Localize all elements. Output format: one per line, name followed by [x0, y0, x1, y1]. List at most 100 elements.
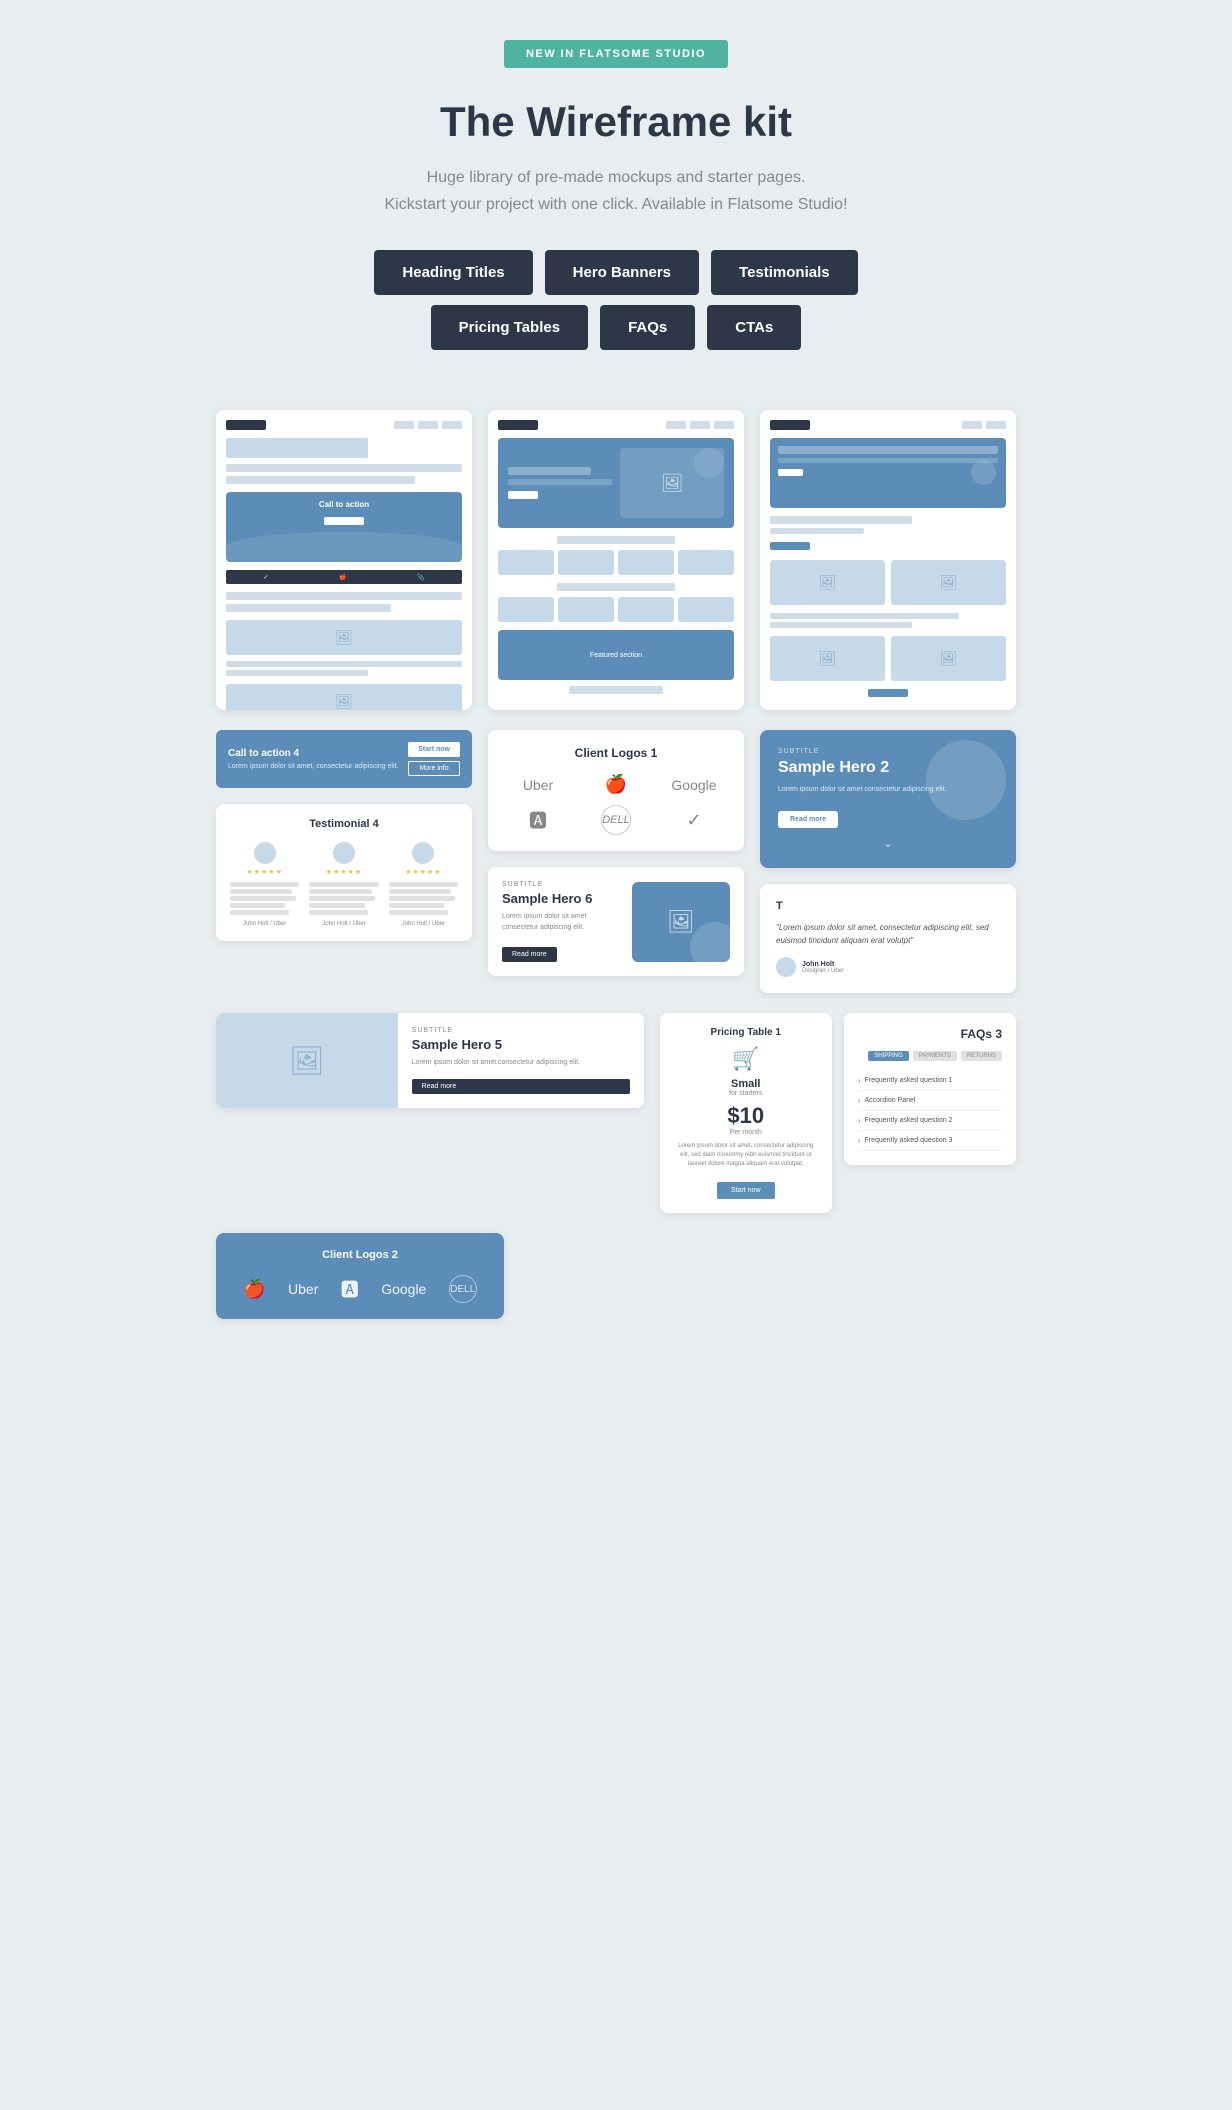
testimonials-button[interactable]: Testimonials	[711, 250, 858, 295]
cta4-card: Call to action 4 Lorem ipsum dolor sit a…	[216, 730, 472, 788]
logos2-uber: Uber	[288, 1281, 318, 1297]
hero5-image: 🖼	[216, 1013, 398, 1108]
hero6-subtitle: SUBTITLE	[502, 881, 620, 888]
pricing1-desc: Lorem ipsum dolor sit amet, consectetur …	[674, 1142, 818, 1169]
test-author-1: John Holt / Uber	[243, 921, 286, 927]
ctas-button[interactable]: CTAs	[707, 305, 801, 350]
avatar-3	[412, 842, 434, 864]
hero6-title: Sample Hero 6	[502, 891, 620, 906]
faq-text-2: Accordion Panel	[865, 1097, 916, 1104]
hero5-title: Sample Hero 5	[412, 1037, 630, 1052]
main-title: The Wireframe kit	[226, 98, 1006, 146]
logos2-apple: 🍎	[243, 1279, 265, 1300]
faqs-tab-payments[interactable]: PAYMENTS	[913, 1051, 957, 1061]
hero2-blob	[926, 740, 1006, 820]
faq-item-1: › Frequently asked question 1	[858, 1071, 1002, 1091]
top-preview-row: Call to action ✓ 🍎 📎 🖼 🖼	[216, 410, 1016, 710]
faq-text-1: Frequently asked question 1	[865, 1077, 953, 1084]
pricing1-cta[interactable]: Start now	[717, 1182, 775, 1199]
faq-text-3: Frequently asked question 2	[865, 1117, 953, 1124]
pricing1-plan: Small	[674, 1078, 818, 1090]
pricing-icon: 🛒	[674, 1046, 818, 1072]
logo-dell: DELL	[601, 805, 631, 835]
testimonial-item-2: ★★★★★ John Holt / Uber	[309, 842, 378, 927]
button-row-1: Heading Titles Hero Banners Testimonials	[226, 250, 1006, 295]
row-hero5-pricing: 🖼 SUBTITLE Sample Hero 5 Lorem ipsum dol…	[216, 1013, 1016, 1213]
cta4-btn2[interactable]: More info	[408, 761, 460, 776]
cta4-title: Call to action 4	[228, 748, 398, 759]
pricing1-price: $10	[674, 1103, 818, 1129]
logo-uber: Uber	[523, 777, 553, 793]
hero2-btn[interactable]: Read more	[778, 811, 838, 828]
logo-nike: ✓	[686, 810, 701, 831]
chevron-icon-3: ›	[858, 1116, 861, 1125]
faqs3-tabs: SHIPPING PAYMENTS RETURNS	[858, 1051, 1002, 1061]
testimonial4-card: Testimonial 4 ★★★★★ John Holt / Uber	[216, 804, 472, 941]
heading-titles-button[interactable]: Heading Titles	[374, 250, 532, 295]
client-logos1-card: Client Logos 1 Uber 🍎 Google 🅰 DELL ✓	[488, 730, 744, 851]
avatar-1	[254, 842, 276, 864]
logos1-title: Client Logos 1	[504, 746, 728, 760]
header-section: NEW IN FLATSOME STUDIO The Wireframe kit…	[206, 0, 1026, 390]
logos2-adobe: 🅰	[341, 1276, 359, 1302]
faqs-button[interactable]: FAQs	[600, 305, 695, 350]
logos2-title: Client Logos 2	[232, 1249, 488, 1261]
row-cta-testimonial: Call to action 4 Lorem ipsum dolor sit a…	[216, 730, 1016, 993]
cards-section: Call to action ✓ 🍎 📎 🖼 🖼	[206, 390, 1026, 1359]
pricing-tables-button[interactable]: Pricing Tables	[431, 305, 588, 350]
test-author-3: John Holt / Uber	[402, 921, 445, 927]
pricing1-label: Pricing Table 1	[674, 1027, 818, 1038]
cta4-desc: Lorem ipsum dolor sit amet, consectetur …	[228, 763, 398, 770]
logo-adobe: 🅰	[529, 807, 547, 833]
test-author-2: John Holt / Uber	[322, 921, 365, 927]
logos2-google: Google	[381, 1281, 426, 1297]
bottom-row: Client Logos 2 🍎 Uber 🅰 Google DELL	[216, 1233, 1016, 1319]
chevron-icon-4: ›	[858, 1136, 861, 1145]
hero5-card: 🖼 SUBTITLE Sample Hero 5 Lorem ipsum dol…	[216, 1013, 644, 1108]
hero5-subtitle: SUBTITLE	[412, 1027, 630, 1034]
subtitle: Huge library of pre-made mockups and sta…	[226, 164, 1006, 218]
hero5-desc: Lorem ipsum dolor sit amet consectetur a…	[412, 1058, 630, 1069]
client-logos2-card: Client Logos 2 🍎 Uber 🅰 Google DELL	[216, 1233, 504, 1319]
faqs-tab-shipping[interactable]: SHIPPING	[868, 1051, 909, 1061]
hero6-desc: Lorem ipsum dolor sit amet consectetur a…	[502, 912, 620, 933]
hero2-card: SUBTITLE Sample Hero 2 Lorem ipsum dolor…	[760, 730, 1016, 868]
logos2-dell: DELL	[449, 1275, 477, 1303]
hero6-card: SUBTITLE Sample Hero 6 Lorem ipsum dolor…	[488, 867, 744, 976]
pricing1-for: for starters	[674, 1090, 818, 1097]
hero6-btn[interactable]: Read more	[502, 947, 557, 962]
chevron-icon-1: ›	[858, 1076, 861, 1085]
pricing1-period: Per month	[674, 1129, 818, 1136]
hero6-image: 🖼	[632, 882, 730, 962]
testimonial-item-1: ★★★★★ John Holt / Uber	[230, 842, 299, 927]
badge: NEW IN FLATSOME STUDIO	[504, 40, 728, 68]
chevron-icon-2: ›	[858, 1096, 861, 1105]
cta4-btn1[interactable]: Start now	[408, 742, 460, 757]
faq-item-2: › Accordion Panel	[858, 1091, 1002, 1111]
tq-quote: "Lorem ipsum dolor sit amet, consectetur…	[776, 922, 1000, 948]
faqs3-title: FAQs 3	[858, 1027, 1002, 1041]
logo-apple: 🍎	[605, 774, 627, 795]
hero-banners-button[interactable]: Hero Banners	[545, 250, 699, 295]
testimonial-quote-card: T "Lorem ipsum dolor sit amet, consectet…	[760, 884, 1016, 994]
tq-author-role: Designer / Uber	[802, 968, 844, 974]
preview-card-2[interactable]: 🖼 Featu	[488, 410, 744, 710]
tq-avatar	[776, 957, 796, 977]
avatar-2	[333, 842, 355, 864]
tq-title: T	[776, 900, 1000, 912]
tq-author-name: John Holt	[802, 961, 844, 968]
logo-google: Google	[671, 777, 716, 793]
pricing1-card: Pricing Table 1 🛒 Small for starters $10…	[660, 1013, 832, 1213]
chevron-down-icon: ⌄	[778, 836, 998, 850]
testimonial4-title: Testimonial 4	[230, 818, 458, 830]
faqs-tab-returns[interactable]: RETURNS	[961, 1051, 1002, 1061]
faqs3-card: FAQs 3 SHIPPING PAYMENTS RETURNS › Frequ…	[844, 1013, 1016, 1165]
faq-item-3: › Frequently asked question 2	[858, 1111, 1002, 1131]
faq-text-4: Frequently asked question 3	[865, 1137, 953, 1144]
testimonial-item-3: ★★★★★ John Holt / Uber	[389, 842, 458, 927]
preview-card-1[interactable]: Call to action ✓ 🍎 📎 🖼 🖼	[216, 410, 472, 710]
preview-card-3[interactable]: 🖼 🖼 🖼 🖼	[760, 410, 1016, 710]
faq-item-4: › Frequently asked question 3	[858, 1131, 1002, 1151]
hero5-btn[interactable]: Read more	[412, 1079, 630, 1094]
button-row-2: Pricing Tables FAQs CTAs	[226, 305, 1006, 350]
